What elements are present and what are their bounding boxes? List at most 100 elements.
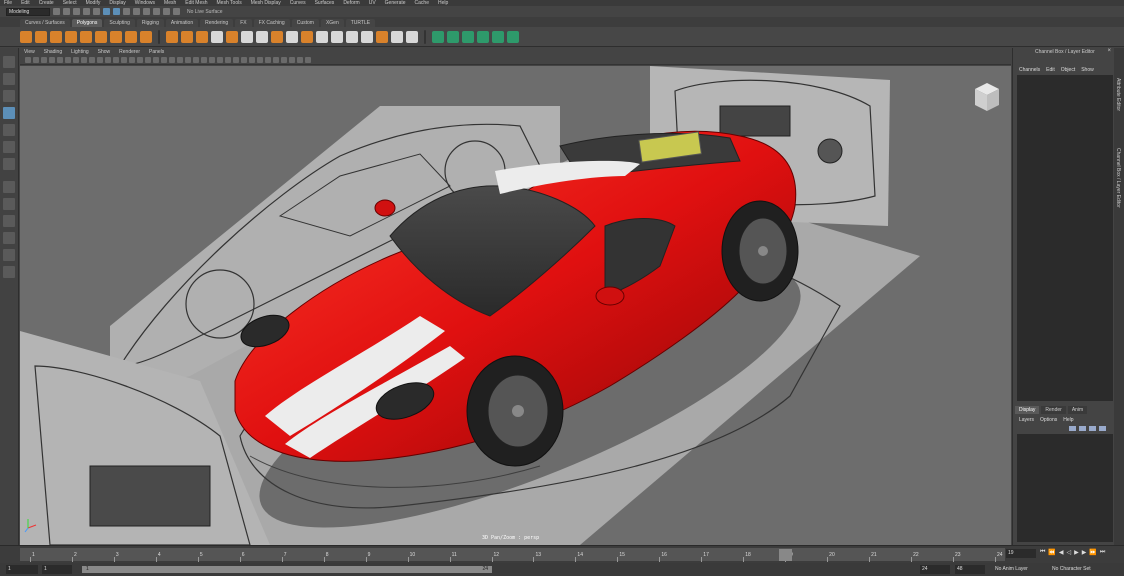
playback-end-field[interactable]: 24 xyxy=(920,565,950,574)
viewport-tool-button[interactable] xyxy=(177,57,183,63)
layer-menu-item[interactable]: Help xyxy=(1063,417,1073,423)
new-layer-selected-icon[interactable] xyxy=(1079,426,1086,431)
poly-cube-icon[interactable] xyxy=(35,30,47,43)
poly-pyramid-icon[interactable] xyxy=(140,30,152,43)
four-view-layout-icon[interactable] xyxy=(3,198,15,210)
persp-graph-layout-icon[interactable] xyxy=(3,232,15,244)
poly-plane-icon[interactable] xyxy=(95,30,107,43)
snap-point-icon[interactable] xyxy=(153,8,160,15)
range-slider[interactable]: 1 24 xyxy=(82,566,492,573)
3d-viewport[interactable]: 3D Pan/Zoom : persp xyxy=(20,66,1011,545)
viewport-tool-button[interactable] xyxy=(57,57,63,63)
viewport-tool-button[interactable] xyxy=(249,57,255,63)
viewport-tool-button[interactable] xyxy=(49,57,55,63)
cylindrical-uv-icon[interactable] xyxy=(447,30,459,43)
viewport-tool-button[interactable] xyxy=(241,57,247,63)
play-backward-icon[interactable]: ◁ xyxy=(1067,549,1072,556)
merge-icon[interactable] xyxy=(301,30,313,43)
viewport-tool-button[interactable] xyxy=(209,57,215,63)
viewport-tool-button[interactable] xyxy=(129,57,135,63)
poly-sphere-icon[interactable] xyxy=(20,30,32,43)
close-icon[interactable]: × xyxy=(1107,48,1111,54)
viewport-tool-button[interactable] xyxy=(73,57,79,63)
bridge-icon[interactable] xyxy=(256,30,268,43)
shelf-tab[interactable]: FX xyxy=(235,19,252,27)
offset-loop-icon[interactable] xyxy=(376,30,388,43)
go-to-end-icon[interactable]: ⏭ xyxy=(1100,549,1105,556)
viewport-tool-button[interactable] xyxy=(273,57,279,63)
mode-selector[interactable]: Modeling xyxy=(6,7,50,16)
viewport-tool-button[interactable] xyxy=(233,57,239,63)
lasso-tool-icon[interactable] xyxy=(3,73,15,85)
channel-menu-item[interactable]: Show xyxy=(1081,67,1094,73)
start-time-field[interactable]: 1 xyxy=(6,565,38,574)
viewport-tool-button[interactable] xyxy=(65,57,71,63)
viewport-menu-item[interactable]: Show xyxy=(98,49,111,55)
select-tool-icon[interactable] xyxy=(3,56,15,68)
select-component-icon[interactable] xyxy=(123,8,130,15)
shelf-tab[interactable]: XGen xyxy=(320,19,344,27)
combine-icon[interactable] xyxy=(166,30,178,43)
shelf-tab[interactable]: Rendering xyxy=(200,19,234,27)
shelf-tab[interactable]: Curves / Surfaces xyxy=(20,19,70,27)
last-tool-icon[interactable] xyxy=(3,158,15,170)
viewport-tool-button[interactable] xyxy=(305,57,311,63)
fill-hole-icon[interactable] xyxy=(316,30,328,43)
viewport-menu-item[interactable]: Renderer xyxy=(119,49,140,55)
viewport-tool-button[interactable] xyxy=(297,57,303,63)
separate-icon[interactable] xyxy=(181,30,193,43)
viewport-tool-button[interactable] xyxy=(169,57,175,63)
target-weld-icon[interactable] xyxy=(406,30,418,43)
single-perspective-layout-icon[interactable] xyxy=(3,181,15,193)
end-time-field[interactable]: 48 xyxy=(955,565,985,574)
go-to-start-icon[interactable]: ⏮ xyxy=(1040,549,1045,556)
viewport-tool-button[interactable] xyxy=(289,57,295,63)
layer-menu-item[interactable]: Options xyxy=(1040,417,1057,423)
extrude-icon[interactable] xyxy=(271,30,283,43)
current-frame-field[interactable]: 19 xyxy=(1006,549,1036,558)
step-back-key-icon[interactable]: ⏪ xyxy=(1048,549,1055,556)
shelf-tab[interactable]: Custom xyxy=(291,19,319,27)
layer-tab[interactable]: Display xyxy=(1015,406,1040,414)
anim-layer-selector[interactable]: No Anim Layer xyxy=(995,566,1028,572)
viewport-tool-button[interactable] xyxy=(161,57,167,63)
cut-uv-icon[interactable] xyxy=(507,30,519,43)
viewport-tool-button[interactable] xyxy=(113,57,119,63)
play-forward-icon[interactable]: ▶ xyxy=(1074,549,1079,556)
channel-menu-item[interactable]: Channels xyxy=(1019,67,1040,73)
scale-tool-icon[interactable] xyxy=(3,141,15,153)
channel-menu-item[interactable]: Object xyxy=(1061,67,1075,73)
extract-icon[interactable] xyxy=(196,30,208,43)
viewport-tool-button[interactable] xyxy=(105,57,111,63)
outliner-layout-icon[interactable] xyxy=(3,266,15,278)
snap-grid-icon[interactable] xyxy=(133,8,140,15)
shelf-tab[interactable]: Animation xyxy=(165,19,199,27)
viewport-tool-button[interactable] xyxy=(41,57,47,63)
tab-channel-box[interactable]: Channel Box / Layer Editor xyxy=(1115,148,1121,208)
viewport-menu-item[interactable]: Lighting xyxy=(71,49,89,55)
viewport-tool-button[interactable] xyxy=(25,57,31,63)
viewport-menu-item[interactable]: Shading xyxy=(44,49,62,55)
poly-disc-icon[interactable] xyxy=(110,30,122,43)
new-layer-icon[interactable] xyxy=(1069,426,1076,431)
viewport-tool-button[interactable] xyxy=(97,57,103,63)
viewport-tool-button[interactable] xyxy=(217,57,223,63)
shelf-tab[interactable]: Polygons xyxy=(71,19,103,27)
viewport-tool-button[interactable] xyxy=(81,57,87,63)
bevel-icon[interactable] xyxy=(286,30,298,43)
viewport-tool-button[interactable] xyxy=(257,57,263,63)
append-polygon-icon[interactable] xyxy=(331,30,343,43)
booleans-icon[interactable] xyxy=(211,30,223,43)
viewport-tool-button[interactable] xyxy=(193,57,199,63)
layer-list[interactable] xyxy=(1017,434,1113,542)
viewport-tool-button[interactable] xyxy=(281,57,287,63)
viewport-tool-button[interactable] xyxy=(33,57,39,63)
channel-menu-item[interactable]: Edit xyxy=(1046,67,1055,73)
paint-select-icon[interactable] xyxy=(3,90,15,102)
uv-editor-icon[interactable] xyxy=(492,30,504,43)
open-scene-icon[interactable] xyxy=(63,8,70,15)
snap-view-icon[interactable] xyxy=(163,8,170,15)
layer-tab[interactable]: Render xyxy=(1041,406,1066,414)
multi-cut-icon[interactable] xyxy=(346,30,358,43)
viewport-tool-button[interactable] xyxy=(265,57,271,63)
